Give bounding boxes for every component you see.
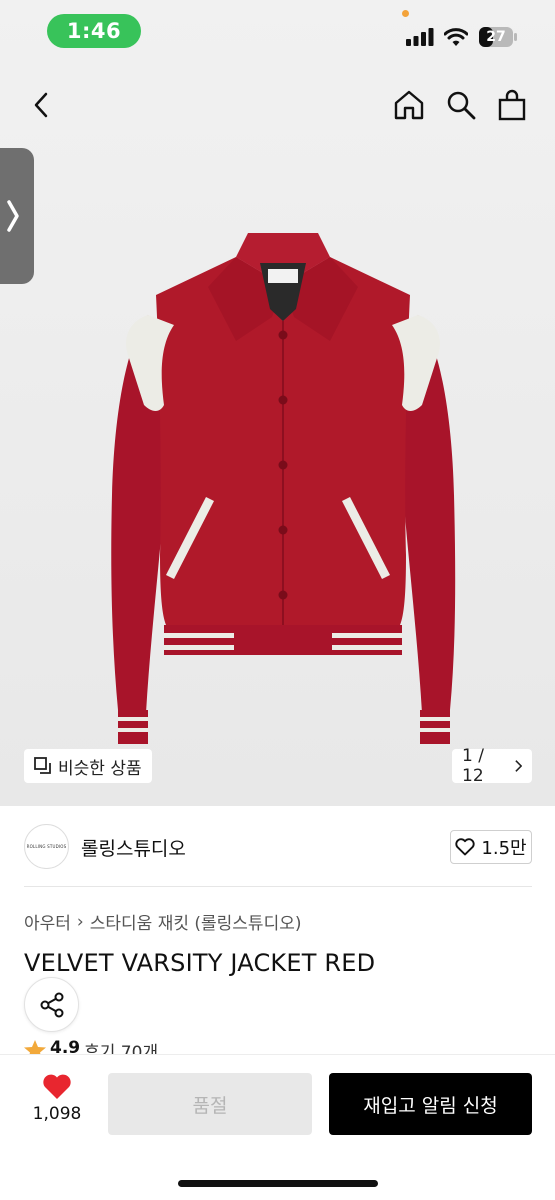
status-time: 1:46 bbox=[47, 14, 141, 48]
breadcrumb-subcategory[interactable]: 스타디움 재킷 (롤링스튜디오) bbox=[90, 909, 302, 934]
soldout-button: 품절 bbox=[108, 1073, 312, 1135]
copy-icon bbox=[34, 757, 51, 774]
home-indicator bbox=[178, 1180, 378, 1187]
back-icon bbox=[34, 92, 48, 118]
similar-products-button[interactable]: 비슷한 상품 bbox=[24, 749, 152, 783]
bottom-action-bar: 1,098 품절 재입고 알림 신청 bbox=[0, 1054, 555, 1200]
divider bbox=[24, 886, 532, 887]
cellular-signal-icon bbox=[406, 28, 434, 46]
shopping-bag-icon bbox=[498, 89, 526, 121]
search-icon bbox=[447, 91, 476, 120]
breadcrumb: 아우터 › 스타디움 재킷 (롤링스튜디오) bbox=[24, 909, 302, 935]
image-counter-button[interactable]: 1 / 12 bbox=[452, 746, 532, 786]
search-button[interactable] bbox=[442, 86, 480, 124]
cart-button[interactable] bbox=[493, 86, 531, 124]
favorite-count: 1,098 bbox=[32, 1104, 82, 1124]
image-counter: 1 / 12 bbox=[462, 746, 484, 786]
heart-outline-icon bbox=[455, 838, 476, 856]
seller-row[interactable]: ROLLING STUDIOS 롤링스튜디오 1.5만 bbox=[0, 806, 555, 888]
share-button[interactable] bbox=[24, 977, 79, 1032]
share-icon bbox=[40, 992, 63, 1017]
seller-likes: 1.5만 bbox=[481, 838, 527, 859]
product-title: VELVET VARSITY JACKET RED bbox=[24, 949, 376, 977]
side-panel-tab[interactable] bbox=[0, 148, 34, 284]
breadcrumb-category[interactable]: 아우터 bbox=[24, 909, 71, 934]
home-button[interactable] bbox=[390, 86, 428, 124]
product-photo-jacket[interactable] bbox=[88, 225, 478, 750]
follow-seller-button[interactable]: 1.5만 bbox=[450, 830, 532, 864]
chevron-right-icon bbox=[515, 760, 522, 772]
home-icon bbox=[394, 90, 424, 120]
seller-logo[interactable]: ROLLING STUDIOS bbox=[24, 824, 69, 869]
product-page: 1:46 27 비슷한 상품 1 / 12 ROLLING STUDIOS 롤링… bbox=[0, 0, 555, 1200]
chevron-right-icon bbox=[7, 200, 19, 232]
favorite-button[interactable]: 1,098 bbox=[24, 1073, 90, 1124]
seller-name[interactable]: 롤링스튜디오 bbox=[81, 834, 186, 861]
heart-filled-icon bbox=[43, 1074, 71, 1099]
privacy-indicator bbox=[402, 10, 409, 17]
breadcrumb-separator: › bbox=[76, 911, 84, 932]
back-button[interactable] bbox=[22, 86, 60, 124]
product-image-gallery[interactable]: 1:46 27 비슷한 상품 1 / 12 bbox=[0, 0, 555, 806]
battery-level: 27 bbox=[486, 29, 506, 45]
similar-products-label: 비슷한 상품 bbox=[58, 758, 142, 779]
wifi-icon bbox=[444, 28, 468, 46]
restock-alert-button[interactable]: 재입고 알림 신청 bbox=[329, 1073, 532, 1135]
